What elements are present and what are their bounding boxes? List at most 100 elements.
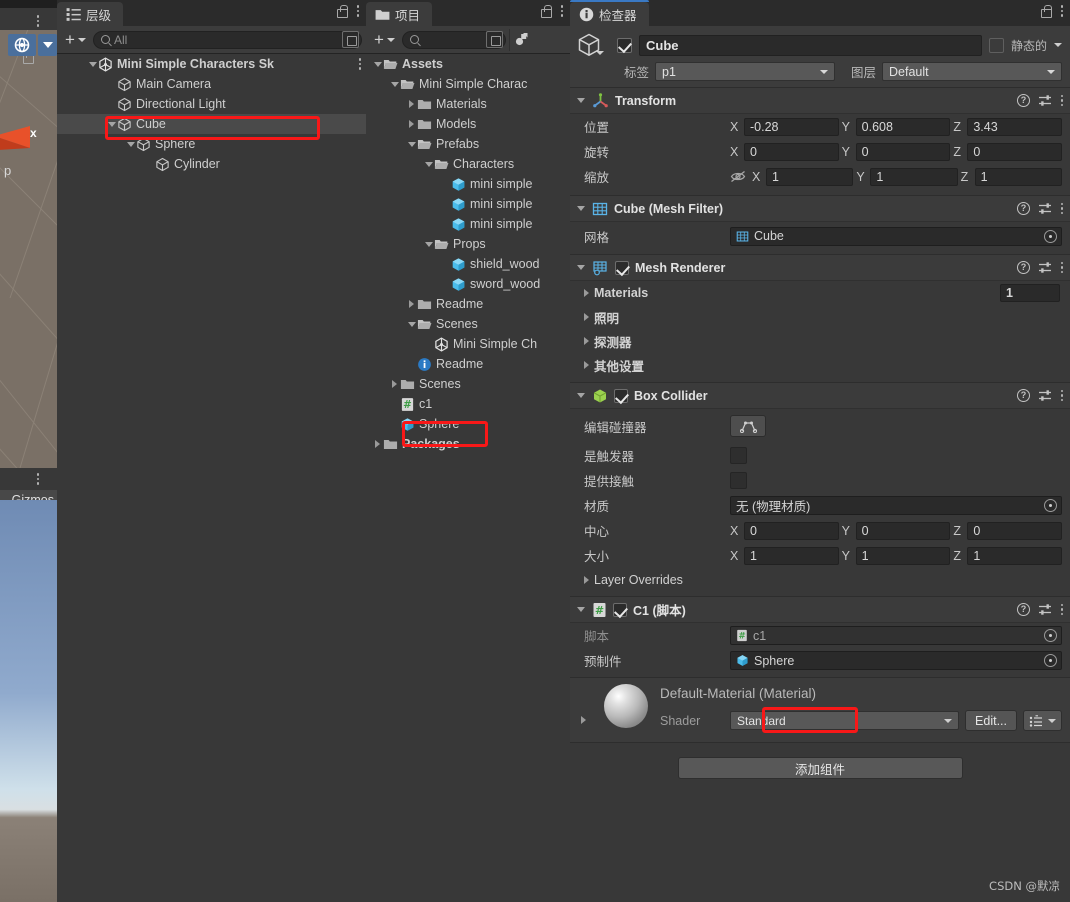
static-dropdown-chevron-icon[interactable]	[1054, 43, 1062, 47]
tab-project[interactable]: 项目	[366, 2, 433, 26]
scale-y-field[interactable]: 1	[870, 167, 958, 186]
lock-icon[interactable]	[540, 5, 552, 18]
foldout-chevron-icon[interactable]	[125, 134, 136, 154]
mesh-filter-header[interactable]: Cube (Mesh Filter) ?	[570, 196, 1070, 222]
foldout-chevron-icon[interactable]	[87, 54, 98, 74]
tree-row[interactable]: Cylinder	[57, 154, 366, 174]
inspector-menu-icon[interactable]	[1060, 4, 1064, 18]
component-menu-icon[interactable]	[1060, 261, 1064, 275]
scene-gizmo-toggle-button[interactable]	[8, 34, 36, 56]
scale-z-field[interactable]: 1	[974, 167, 1062, 186]
tree-row[interactable]: Materials	[366, 94, 570, 114]
foldout-chevron-icon[interactable]	[406, 114, 417, 134]
tree-row[interactable]: Scenes	[366, 374, 570, 394]
transform-header[interactable]: Transform ?	[570, 88, 1070, 114]
tree-row[interactable]: Mini Simple Charac	[366, 74, 570, 94]
help-icon[interactable]: ?	[1017, 603, 1030, 616]
shader-dropdown[interactable]: Standard	[730, 711, 960, 730]
foldout-chevron-icon[interactable]	[406, 94, 417, 114]
preset-icon[interactable]	[1038, 94, 1052, 107]
tree-row[interactable]: mini simple	[366, 194, 570, 214]
help-icon[interactable]: ?	[1017, 389, 1030, 402]
position-z-field[interactable]: 3.43	[967, 117, 1063, 136]
preset-icon[interactable]	[1038, 261, 1052, 274]
hierarchy-add-button[interactable]: +	[61, 31, 90, 49]
probes-foldout[interactable]: 探测器	[570, 329, 1070, 353]
lock-icon[interactable]	[1040, 5, 1052, 18]
foldout-chevron-icon[interactable]	[406, 294, 417, 314]
project-search-input[interactable]	[401, 30, 506, 49]
c1-script-header[interactable]: # C1 (脚本) ?	[570, 597, 1070, 623]
tree-row[interactable]: # c1	[366, 394, 570, 414]
layer-dropdown[interactable]: Default	[882, 62, 1062, 81]
object-name-field[interactable]: Cube	[639, 34, 982, 56]
position-x-field[interactable]: -0.28	[744, 117, 839, 136]
box-collider-header[interactable]: Box Collider ?	[570, 383, 1070, 409]
project-menu-icon[interactable]	[560, 4, 564, 18]
tree-row[interactable]: Mini Simple Ch	[366, 334, 570, 354]
project-filter-button[interactable]	[508, 28, 533, 51]
chevron-down-icon[interactable]	[596, 51, 604, 55]
rotation-x-field[interactable]: 0	[744, 142, 839, 161]
additional-settings-foldout[interactable]: 其他设置	[570, 353, 1070, 377]
tab-inspector[interactable]: 检查器	[570, 0, 649, 26]
foldout-chevron-icon[interactable]	[423, 234, 434, 254]
preset-icon[interactable]	[1038, 202, 1052, 215]
tree-row[interactable]: sword_wood	[366, 274, 570, 294]
lighting-foldout[interactable]: 照明	[570, 305, 1070, 329]
gameobject-icon-wrap[interactable]	[576, 32, 610, 58]
edit-shader-button[interactable]: Edit...	[965, 710, 1017, 731]
rotation-z-field[interactable]: 0	[967, 142, 1063, 161]
component-menu-icon[interactable]	[1060, 94, 1064, 108]
tree-row[interactable]: Assets	[366, 54, 570, 74]
foldout-chevron-icon[interactable]	[372, 54, 383, 74]
mesh-renderer-enabled-checkbox[interactable]	[615, 260, 629, 275]
hierarchy-tree[interactable]: Mini Simple Characters Sk Main Camera Dire…	[57, 54, 366, 902]
project-tree[interactable]: Assets Mini Simple Charac Materials Models P…	[366, 54, 570, 902]
expand-window-icon[interactable]	[485, 31, 503, 48]
collider-size-y-field[interactable]: 1	[855, 546, 951, 565]
materials-count-field[interactable]: 1	[1000, 284, 1060, 302]
help-icon[interactable]: ?	[1017, 261, 1030, 274]
foldout-chevron-icon[interactable]	[372, 434, 383, 454]
scene-view-strip[interactable]: x p	[0, 8, 57, 468]
mesh-object-field[interactable]: Cube	[730, 226, 1062, 246]
preset-icon[interactable]	[1038, 603, 1052, 616]
foldout-chevron-icon[interactable]	[106, 114, 117, 134]
object-picker-icon[interactable]	[1044, 654, 1057, 667]
tree-row[interactable]: Packages	[366, 434, 570, 454]
tree-row[interactable]: Characters	[366, 154, 570, 174]
physic-material-field[interactable]: 无 (物理材质)	[730, 496, 1062, 515]
collider-center-x-field[interactable]: 0	[744, 521, 839, 540]
foldout-chevron-icon[interactable]	[575, 258, 586, 278]
scene-gizmo-dropdown-button[interactable]	[38, 34, 57, 56]
object-picker-icon[interactable]	[1044, 229, 1057, 243]
hierarchy-search-input[interactable]: All	[92, 30, 362, 49]
foldout-chevron-icon[interactable]	[575, 91, 586, 111]
tree-row[interactable]: Sphere	[366, 414, 570, 434]
scale-x-field[interactable]: 1	[766, 167, 854, 186]
tree-row[interactable]: Cube	[57, 114, 366, 134]
static-checkbox[interactable]	[988, 37, 1004, 53]
c1-script-enabled-checkbox[interactable]	[613, 602, 627, 617]
collider-center-z-field[interactable]: 0	[967, 521, 1063, 540]
foldout-chevron-icon[interactable]	[575, 386, 586, 406]
mesh-renderer-header[interactable]: Mesh Renderer ?	[570, 255, 1070, 281]
component-menu-icon[interactable]	[1060, 603, 1064, 617]
tree-row[interactable]: Directional Light	[57, 94, 366, 114]
foldout-chevron-icon[interactable]	[423, 154, 434, 174]
foldout-chevron-icon[interactable]	[575, 600, 586, 620]
expand-window-icon[interactable]	[342, 31, 359, 48]
is-trigger-checkbox[interactable]	[730, 447, 747, 464]
scale-unlink-icon[interactable]	[730, 170, 746, 183]
component-menu-icon[interactable]	[1060, 202, 1064, 216]
position-y-field[interactable]: 0.608	[855, 117, 951, 136]
scene-row-menu-icon[interactable]	[358, 57, 362, 71]
lock-icon[interactable]	[336, 5, 348, 18]
tree-row[interactable]: Mini Simple Characters Sk	[57, 54, 366, 74]
foldout-chevron-icon[interactable]	[389, 74, 400, 94]
collider-center-y-field[interactable]: 0	[855, 521, 951, 540]
hierarchy-menu-icon[interactable]	[356, 4, 360, 18]
object-enabled-checkbox[interactable]	[617, 37, 632, 53]
scene-menu-icon[interactable]	[36, 14, 40, 28]
